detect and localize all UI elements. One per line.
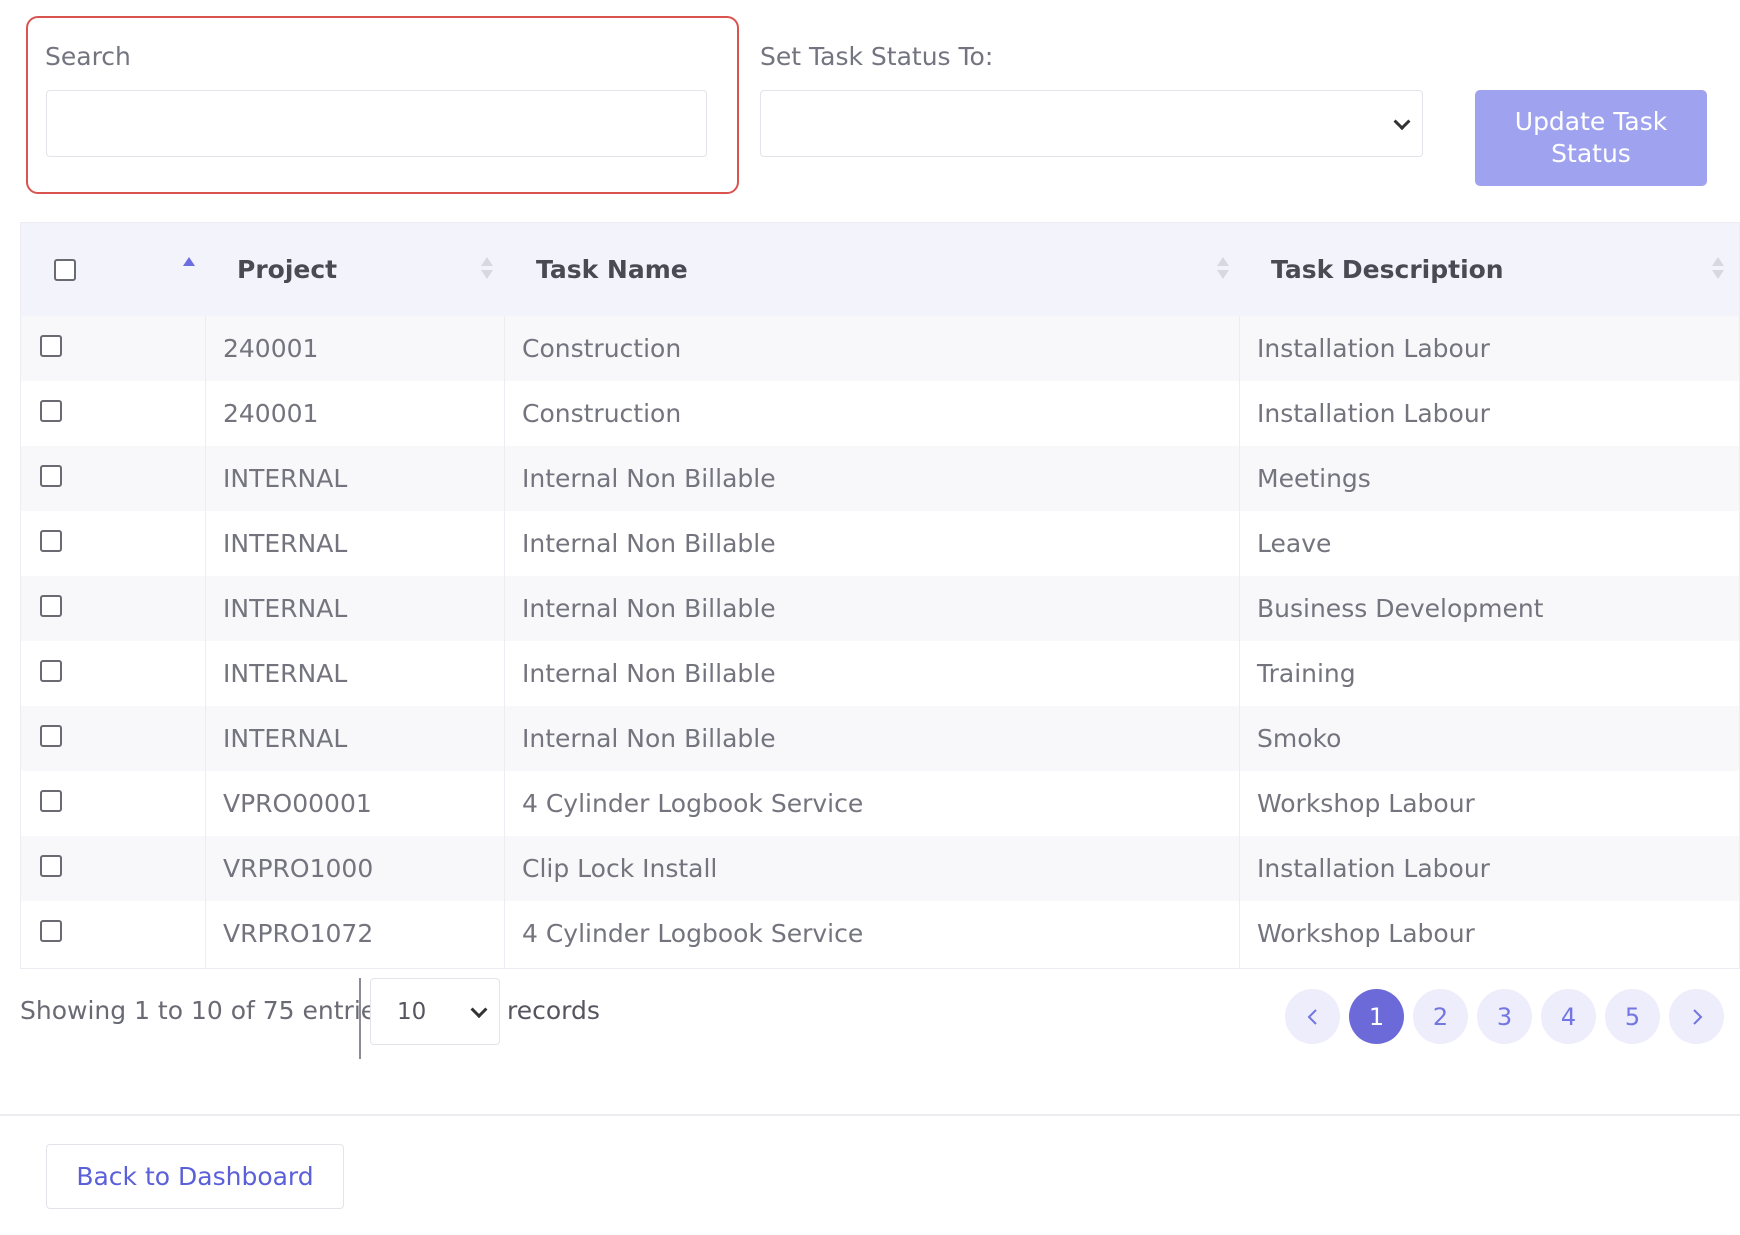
table-row: INTERNAL Internal Non Billable Leave [21, 511, 1739, 576]
project-cell: INTERNAL [223, 529, 348, 558]
column-divider [1239, 316, 1240, 968]
column-header-task-description[interactable]: Task Description [1271, 223, 1504, 316]
entries-info: Showing 1 to 10 of 75 entries [20, 996, 390, 1025]
task-description-cell: Installation Labour [1257, 334, 1490, 363]
table-row: VRPRO1000 Clip Lock Install Installation L… [21, 836, 1739, 901]
row-checkbox[interactable] [40, 725, 62, 747]
update-task-status-button[interactable]: Update Task Status [1475, 90, 1707, 186]
task-status-select[interactable] [760, 90, 1423, 157]
project-cell: VPRO00001 [223, 789, 372, 818]
task-description-cell: Installation Labour [1257, 854, 1490, 883]
table-header: Project Task Name Task Description [21, 223, 1739, 316]
task-name-cell: Internal Non Billable [522, 659, 776, 688]
table-row: 240001 Construction Installation Labour [21, 381, 1739, 446]
table-row: VPRO00001 4 Cylinder Logbook Service Works… [21, 771, 1739, 836]
column-header-task-name[interactable]: Task Name [536, 223, 688, 316]
row-checkbox[interactable] [40, 790, 62, 812]
page-button-2[interactable]: 2 [1413, 989, 1468, 1044]
sort-asc-icon[interactable] [183, 257, 195, 283]
task-name-cell: Internal Non Billable [522, 724, 776, 753]
project-cell: INTERNAL [223, 464, 348, 493]
row-checkbox[interactable] [40, 335, 62, 357]
select-all-checkbox[interactable] [54, 259, 76, 281]
task-description-cell: Smoko [1257, 724, 1342, 753]
column-divider [205, 316, 206, 968]
row-checkbox[interactable] [40, 595, 62, 617]
task-description-cell: Training [1257, 659, 1356, 688]
row-checkbox[interactable] [40, 465, 62, 487]
page-button-4[interactable]: 4 [1541, 989, 1596, 1044]
column-divider [504, 316, 505, 968]
page-button-1[interactable]: 1 [1349, 989, 1404, 1044]
page-size-select[interactable]: 10 [370, 978, 500, 1045]
back-to-dashboard-button[interactable]: Back to Dashboard [46, 1144, 344, 1209]
task-name-cell: Internal Non Billable [522, 529, 776, 558]
row-checkbox[interactable] [40, 660, 62, 682]
page-button-3[interactable]: 3 [1477, 989, 1532, 1044]
column-header-project[interactable]: Project [237, 223, 337, 316]
task-description-cell: Leave [1257, 529, 1332, 558]
records-label: records [507, 996, 600, 1025]
chevron-left-icon[interactable] [1285, 989, 1340, 1044]
row-checkbox[interactable] [40, 920, 62, 942]
table-row: INTERNAL Internal Non Billable Training [21, 641, 1739, 706]
task-description-cell: Meetings [1257, 464, 1371, 493]
search-input[interactable] [46, 90, 707, 157]
task-description-cell: Workshop Labour [1257, 919, 1475, 948]
task-name-cell: Clip Lock Install [522, 854, 718, 883]
row-checkbox[interactable] [40, 855, 62, 877]
task-name-cell: Construction [522, 399, 682, 428]
project-cell: 240001 [223, 334, 319, 363]
row-checkbox[interactable] [40, 530, 62, 552]
footer-divider [0, 1114, 1740, 1116]
task-description-cell: Workshop Labour [1257, 789, 1475, 818]
task-description-cell: Business Development [1257, 594, 1544, 623]
task-description-cell: Installation Labour [1257, 399, 1490, 428]
task-status-label: Set Task Status To: [760, 42, 994, 71]
project-cell: INTERNAL [223, 724, 348, 753]
page-button-5[interactable]: 5 [1605, 989, 1660, 1044]
task-name-cell: 4 Cylinder Logbook Service [522, 789, 864, 818]
chevron-right-icon[interactable] [1669, 989, 1724, 1044]
divider [359, 978, 361, 1059]
table-row: INTERNAL Internal Non Billable Meetings [21, 446, 1739, 511]
sort-icon[interactable] [1217, 257, 1229, 283]
row-checkbox[interactable] [40, 400, 62, 422]
page-size-value: 10 [397, 998, 427, 1025]
sort-icon[interactable] [481, 257, 493, 283]
table-row: INTERNAL Internal Non Billable Smoko [21, 706, 1739, 771]
task-name-cell: Internal Non Billable [522, 464, 776, 493]
tasks-table: Project Task Name Task Description 24000… [20, 222, 1740, 969]
table-row: VRPRO1072 4 Cylinder Logbook Service Works… [21, 901, 1739, 966]
project-cell: 240001 [223, 399, 319, 428]
sort-icon[interactable] [1712, 257, 1724, 283]
task-name-cell: Construction [522, 334, 682, 363]
task-name-cell: Internal Non Billable [522, 594, 776, 623]
project-cell: INTERNAL [223, 594, 348, 623]
project-cell: VRPRO1072 [223, 919, 374, 948]
table-row: 240001 Construction Installation Labour [21, 316, 1739, 381]
task-name-cell: 4 Cylinder Logbook Service [522, 919, 864, 948]
chevron-down-icon [470, 1000, 488, 1018]
table-row: INTERNAL Internal Non Billable Business De… [21, 576, 1739, 641]
project-cell: INTERNAL [223, 659, 348, 688]
chevron-down-icon [1393, 112, 1411, 130]
search-label: Search [45, 42, 131, 71]
project-cell: VRPRO1000 [223, 854, 374, 883]
